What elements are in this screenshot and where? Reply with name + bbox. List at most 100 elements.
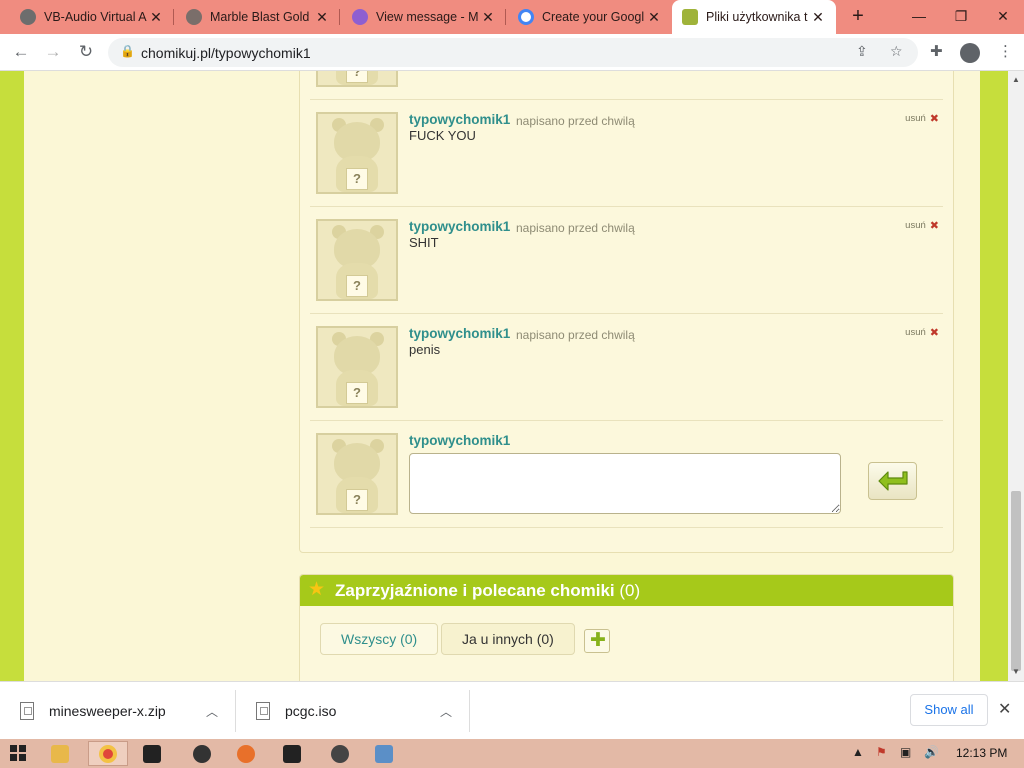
- delete-comment-button[interactable]: usuń ✖: [905, 219, 939, 232]
- taskbar-app[interactable]: [364, 741, 404, 766]
- menu-kebab-icon[interactable]: ⋮: [998, 42, 1013, 60]
- hamster-favicon-icon: [682, 9, 698, 25]
- hamster-avatar[interactable]: ?: [316, 112, 398, 194]
- taskbar-app[interactable]: [320, 741, 360, 766]
- close-tab-icon[interactable]: ✕: [646, 9, 662, 26]
- new-tab-button[interactable]: +: [846, 5, 870, 29]
- download-item[interactable]: pcgc.iso ︿: [236, 682, 470, 740]
- comment-timestamp: napisano przed chwilą: [516, 114, 635, 128]
- comment-item: ? typowychomik1 napisano przed chwilą pe…: [310, 314, 943, 421]
- taskbar-app[interactable]: [272, 741, 312, 766]
- restore-button[interactable]: ❐: [940, 0, 982, 34]
- scroll-up-icon[interactable]: ▲: [1012, 75, 1020, 84]
- download-item[interactable]: minesweeper-x.zip ︿: [0, 682, 236, 740]
- tab-marble-blast[interactable]: Marble Blast Gold ✕: [176, 0, 340, 34]
- minimize-button[interactable]: —: [898, 0, 940, 34]
- browser-toolbar: ← → ↻ 🔒 chomikuj.pl/typowychomik1 ⇪ ☆ ✚ …: [0, 34, 1024, 71]
- zip-file-icon: [20, 702, 34, 720]
- comment-timestamp: napisano przed chwilą: [516, 221, 635, 235]
- profile-avatar[interactable]: [960, 43, 980, 63]
- tab-vb-audio[interactable]: VB-Audio Virtual A ✕: [10, 0, 174, 34]
- delete-x-icon: ✖: [929, 113, 939, 125]
- comment-username[interactable]: typowychomik1: [409, 326, 510, 341]
- tab-title: Marble Blast Gold: [210, 10, 310, 24]
- chevron-up-icon[interactable]: ︿: [440, 703, 452, 720]
- network-icon[interactable]: ▣: [900, 745, 911, 759]
- globe-icon: [20, 9, 36, 25]
- page-content: ? ? typowychomik1 napisano przed chwilą …: [24, 71, 980, 681]
- comments-panel: ? ? typowychomik1 napisano przed chwilą …: [299, 71, 954, 553]
- close-tab-icon[interactable]: ✕: [810, 9, 826, 26]
- reload-button[interactable]: ↻: [73, 40, 99, 66]
- comment-text: SHIT: [409, 235, 439, 250]
- windows-start-icon[interactable]: [10, 745, 26, 761]
- chevron-up-icon[interactable]: ︿: [206, 703, 218, 720]
- tab-title: View message - M: [376, 10, 479, 24]
- iso-file-icon: [256, 702, 270, 720]
- address-bar[interactable]: 🔒 chomikuj.pl/typowychomik1 ⇪ ☆: [108, 38, 918, 67]
- taskbar-chrome[interactable]: [88, 741, 128, 766]
- mail-icon: [352, 9, 368, 25]
- close-downloads-icon[interactable]: ✕: [998, 699, 1011, 719]
- 7zip-icon: [143, 744, 161, 763]
- delete-x-icon: ✖: [929, 327, 939, 339]
- folder-icon: [51, 744, 69, 763]
- comment-textarea[interactable]: [409, 453, 841, 514]
- bookmark-star-icon[interactable]: ☆: [890, 43, 903, 60]
- star-icon: ★: [308, 579, 326, 600]
- show-all-downloads-button[interactable]: Show all: [910, 694, 988, 726]
- hamster-avatar: ?: [316, 71, 398, 87]
- scroll-down-icon[interactable]: ▼: [1012, 667, 1020, 676]
- page-scrollbar[interactable]: ▲ ▼: [1008, 71, 1024, 681]
- tab-title: VB-Audio Virtual A: [44, 10, 147, 24]
- tab-google[interactable]: Create your Googl ✕: [508, 0, 672, 34]
- action-center-icon[interactable]: ⚑: [876, 745, 887, 759]
- hamster-avatar: ?: [316, 433, 398, 515]
- hamster-avatar[interactable]: ?: [316, 219, 398, 301]
- reply-username[interactable]: typowychomik1: [409, 433, 510, 448]
- delete-comment-button[interactable]: usuń ✖: [905, 112, 939, 125]
- taskbar-obs[interactable]: [182, 741, 222, 766]
- taskbar-firefox[interactable]: [226, 741, 266, 766]
- share-icon[interactable]: ⇪: [856, 43, 868, 60]
- comment-username[interactable]: typowychomik1: [409, 219, 510, 234]
- comment-username[interactable]: typowychomik1: [409, 112, 510, 127]
- marble-icon: [186, 9, 202, 25]
- close-tab-icon[interactable]: ✕: [148, 9, 164, 26]
- scrollbar-thumb[interactable]: [1011, 491, 1021, 671]
- page-viewport: ? ? typowychomik1 napisano przed chwilą …: [0, 71, 1008, 681]
- app-icon: [283, 744, 301, 763]
- hamster-avatar[interactable]: ?: [316, 326, 398, 408]
- tray-expand-icon[interactable]: ▲: [852, 745, 864, 759]
- back-button[interactable]: ←: [8, 40, 34, 66]
- friends-header: ★ Zaprzyjaźnione i polecane chomiki (0): [300, 575, 953, 606]
- enter-arrow-icon: [878, 471, 908, 491]
- friends-panel: ★ Zaprzyjaźnione i polecane chomiki (0) …: [299, 574, 954, 681]
- friends-title: Zaprzyjaźnione i polecane chomiki (0): [335, 581, 641, 600]
- taskbar-explorer[interactable]: [40, 741, 80, 766]
- taskbar-7zip[interactable]: [132, 741, 172, 766]
- tab-me-at-others[interactable]: Ja u innych (0): [441, 623, 575, 655]
- submit-comment-button[interactable]: [868, 462, 917, 500]
- google-icon: [518, 9, 534, 25]
- tab-chomikuj[interactable]: Pliki użytkownika t ✕: [672, 0, 836, 34]
- extensions-icon[interactable]: ✚: [930, 42, 943, 60]
- comment-timestamp: napisano przed chwilą: [516, 328, 635, 342]
- comment-item: ? typowychomik1 napisano przed chwilą SH…: [310, 207, 943, 314]
- comment-text: penis: [409, 342, 441, 357]
- close-window-button[interactable]: ✕: [982, 0, 1024, 34]
- close-tab-icon[interactable]: ✕: [314, 9, 330, 26]
- delete-comment-button[interactable]: usuń ✖: [905, 326, 939, 339]
- download-filename: minesweeper-x.zip: [49, 703, 166, 719]
- windows-taskbar: ▲ ⚑ ▣ 🔊 12:13 PM: [0, 739, 1024, 768]
- volume-icon[interactable]: 🔊: [924, 745, 939, 759]
- add-friend-button[interactable]: ✚: [584, 629, 610, 653]
- lock-icon: 🔒: [120, 44, 135, 58]
- clock[interactable]: 12:13 PM: [956, 746, 1007, 760]
- url-text: chomikuj.pl/typowychomik1: [141, 45, 311, 61]
- close-tab-icon[interactable]: ✕: [480, 9, 496, 26]
- tab-all-friends[interactable]: Wszyscy (0): [320, 623, 439, 655]
- tab-view-message[interactable]: View message - M ✕: [342, 0, 506, 34]
- delete-x-icon: ✖: [929, 220, 939, 232]
- forward-button[interactable]: →: [40, 40, 66, 66]
